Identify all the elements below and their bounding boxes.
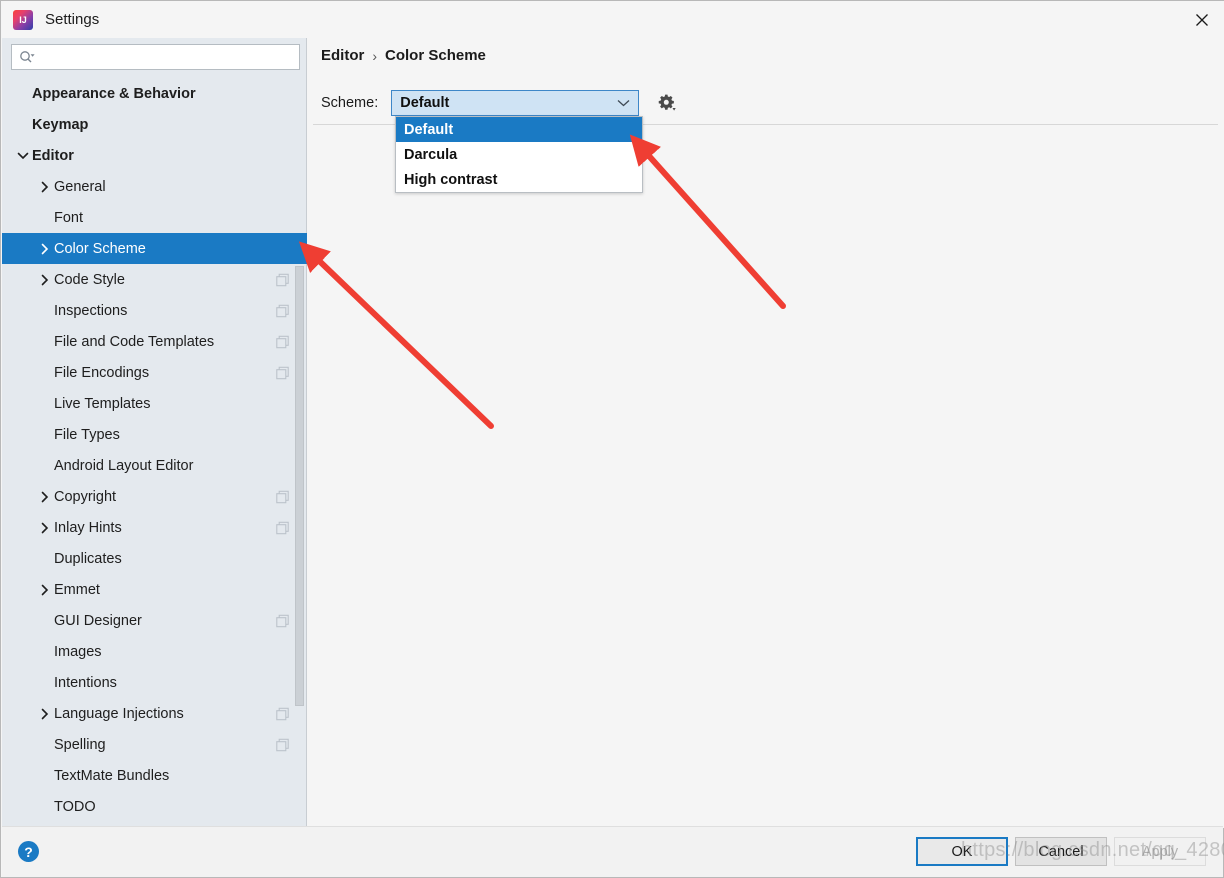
- close-button[interactable]: [1179, 1, 1224, 38]
- sidebar-item-label: Inspections: [54, 302, 128, 319]
- sidebar-item-label: TextMate Bundles: [54, 767, 170, 784]
- close-icon: [1196, 13, 1208, 26]
- sidebar-item-label: GUI Designer: [54, 612, 142, 629]
- scheme-option-high-contrast[interactable]: High contrast: [396, 167, 642, 192]
- chevron-right-icon[interactable]: [36, 491, 54, 503]
- sidebar-item-android-layout-editor[interactable]: Android Layout Editor: [2, 450, 307, 481]
- copy-settings-icon: [276, 335, 289, 348]
- sidebar-item-color-scheme[interactable]: Color Scheme: [2, 233, 307, 264]
- sidebar-item-label: Color Scheme: [54, 240, 146, 257]
- title-bar: Settings: [1, 1, 1224, 38]
- sidebar-item-general[interactable]: General: [2, 171, 307, 202]
- sidebar-item-label: Duplicates: [54, 550, 122, 567]
- chevron-right-icon[interactable]: [36, 243, 54, 255]
- sidebar-item-label: File Types: [54, 426, 120, 443]
- scheme-settings-button[interactable]: [655, 91, 679, 115]
- sidebar-item-editor[interactable]: Editor: [2, 140, 307, 171]
- chevron-right-icon[interactable]: [36, 274, 54, 286]
- sidebar-item-images[interactable]: Images: [2, 636, 307, 667]
- sidebar-item-label: General: [54, 178, 106, 195]
- sidebar-item-duplicates[interactable]: Duplicates: [2, 543, 307, 574]
- sidebar-item-label: Editor: [32, 147, 74, 164]
- chevron-down-icon[interactable]: [14, 151, 32, 161]
- copy-settings-icon: [276, 707, 289, 720]
- sidebar-item-label: Keymap: [32, 116, 89, 133]
- chevron-right-icon[interactable]: [36, 708, 54, 720]
- gear-icon: [658, 94, 676, 111]
- sidebar-item-label: Emmet: [54, 581, 100, 598]
- scheme-dropdown-list[interactable]: Default Darcula High contrast: [395, 116, 643, 193]
- chevron-right-icon[interactable]: [36, 181, 54, 193]
- scheme-combobox-value: Default: [400, 95, 450, 111]
- sidebar-item-inspections[interactable]: Inspections: [2, 295, 307, 326]
- copy-settings-icon: [276, 366, 289, 379]
- scheme-option-default[interactable]: Default: [396, 117, 642, 142]
- sidebar-item-label: Font: [54, 209, 84, 226]
- settings-dialog: Settings Appearance & Behavior Keymap Edit…: [0, 0, 1224, 878]
- settings-sidebar: Appearance & Behavior Keymap Editor General…: [2, 38, 307, 828]
- sidebar-item-inlay-hints[interactable]: Inlay Hints: [2, 512, 307, 543]
- breadcrumb-parent[interactable]: Editor: [321, 47, 364, 64]
- sidebar-item-emmet[interactable]: Emmet: [2, 574, 307, 605]
- copy-settings-icon: [276, 304, 289, 317]
- sidebar-item-code-style[interactable]: Code Style: [2, 264, 307, 295]
- intellij-idea-icon: [13, 9, 33, 30]
- watermark: https://blog.csdn.net/qq_42807464: [961, 839, 1224, 861]
- copy-settings-icon: [276, 614, 289, 627]
- sidebar-item-appearance-behavior[interactable]: Appearance & Behavior: [2, 78, 307, 109]
- copy-settings-icon: [276, 738, 289, 751]
- sidebar-item-label: File Encodings: [54, 364, 150, 381]
- scheme-option-darcula[interactable]: Darcula: [396, 142, 642, 167]
- sidebar-item-label: Language Injections: [54, 705, 184, 722]
- sidebar-item-label: Android Layout Editor: [54, 457, 194, 474]
- sidebar-item-label: Images: [54, 643, 102, 660]
- breadcrumb: Editor › Color Scheme: [321, 47, 486, 64]
- sidebar-item-file-types[interactable]: File Types: [2, 419, 307, 450]
- breadcrumb-current: Color Scheme: [385, 47, 486, 64]
- sidebar-item-label: Copyright: [54, 488, 117, 505]
- sidebar-item-textmate-bundles[interactable]: TextMate Bundles: [2, 760, 307, 791]
- scheme-row: Scheme: Default: [321, 90, 679, 116]
- scheme-label: Scheme:: [321, 95, 379, 111]
- sidebar-item-intentions[interactable]: Intentions: [2, 667, 307, 698]
- sidebar-item-spelling[interactable]: Spelling: [2, 729, 307, 760]
- copy-settings-icon: [276, 521, 289, 534]
- breadcrumb-separator: ›: [372, 47, 378, 64]
- sidebar-item-keymap[interactable]: Keymap: [2, 109, 307, 140]
- sidebar-item-gui-designer[interactable]: GUI Designer: [2, 605, 307, 636]
- search-input[interactable]: [39, 46, 299, 68]
- sidebar-item-label: Appearance & Behavior: [32, 85, 196, 102]
- sidebar-item-label: Inlay Hints: [54, 519, 122, 536]
- sidebar-item-label: Intentions: [54, 674, 117, 691]
- sidebar-scrollbar-thumb[interactable]: [295, 266, 304, 706]
- sidebar-item-label: Spelling: [54, 736, 106, 753]
- chevron-down-icon: [617, 99, 630, 107]
- copy-settings-icon: [276, 273, 289, 286]
- sidebar-item-language-injections[interactable]: Language Injections: [2, 698, 307, 729]
- sidebar-item-font[interactable]: Font: [2, 202, 307, 233]
- sidebar-item-label: TODO: [54, 798, 96, 815]
- chevron-right-icon[interactable]: [36, 522, 54, 534]
- help-button[interactable]: ?: [18, 841, 39, 862]
- sidebar-item-file-encodings[interactable]: File Encodings: [2, 357, 307, 388]
- sidebar-item-live-templates[interactable]: Live Templates: [2, 388, 307, 419]
- scheme-combobox[interactable]: Default: [391, 90, 640, 116]
- sidebar-item-todo[interactable]: TODO: [2, 791, 307, 822]
- copy-settings-icon: [276, 490, 289, 503]
- settings-tree[interactable]: Appearance & Behavior Keymap Editor General…: [2, 78, 307, 828]
- sidebar-item-label: Code Style: [54, 271, 125, 288]
- window-title: Settings: [45, 11, 100, 28]
- sidebar-item-copyright[interactable]: Copyright: [2, 481, 307, 512]
- sidebar-item-label: File and Code Templates: [54, 333, 215, 350]
- search-box[interactable]: [11, 44, 300, 70]
- chevron-right-icon[interactable]: [36, 584, 54, 596]
- search-icon: [19, 50, 35, 64]
- sidebar-item-label: Live Templates: [54, 395, 151, 412]
- main-panel: Editor › Color Scheme Scheme: Default De…: [307, 38, 1224, 828]
- sidebar-item-file-and-code-templates[interactable]: File and Code Templates: [2, 326, 307, 357]
